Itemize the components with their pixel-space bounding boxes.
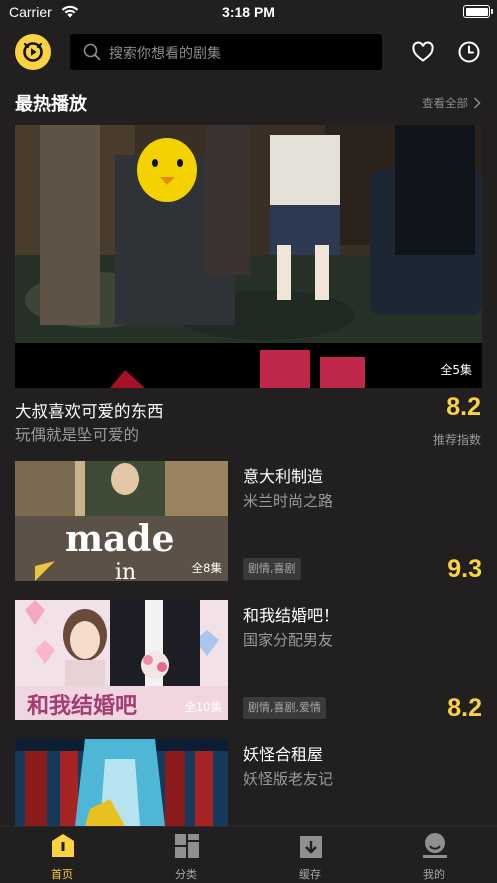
list-item[interactable]: 和我结婚吧 全10集 和我结婚吧！ 国家分配男友 剧情,喜剧,爱情 8.2 [15,600,482,722]
tab-label: 首页 [51,868,73,881]
svg-text:in: in [115,560,136,581]
list-item-thumbnail [15,739,228,826]
view-all-link[interactable]: 查看全部 [422,95,481,111]
list-item-title: 意大利制造 [243,467,324,486]
bottom-tab-bar: 首页 分类 缓存 我的 [0,826,497,883]
featured-poster-image [15,125,482,388]
list-item-title: 和我结婚吧！ [243,606,340,625]
section-title: 最热播放 [15,94,87,115]
download-icon [300,836,322,858]
search-input[interactable]: 搜索你想看的剧集 [70,34,382,70]
episode-count-badge: 全10集 [184,700,222,714]
tab-category[interactable]: 分类 [124,827,248,883]
status-time: 3:18 PM [222,4,275,20]
monster-house-poster-image [15,739,228,826]
tab-label: 分类 [175,868,197,881]
tab-home[interactable]: 首页 [0,827,124,883]
chevron-right-icon [473,97,481,109]
genre-tags: 剧情,喜剧,爱情 [243,697,326,719]
view-all-label: 查看全部 [422,96,468,110]
featured-score-label: 推荐指数 [432,433,481,447]
history-clock-icon[interactable] [457,40,481,64]
list-item-subtitle: 米兰时尚之路 [243,492,334,510]
battery-icon [463,5,493,18]
episode-count-badge: 全5集 [440,363,472,377]
play-logo-icon [23,42,43,62]
list-item-score: 8.2 [447,694,482,722]
featured-title[interactable]: 大叔喜欢可爱的东西 [15,398,164,422]
list-item-thumbnail: 和我结婚吧 全10集 [15,600,228,720]
category-icon [175,834,199,858]
genre-tags: 剧情,喜剧 [243,558,301,580]
list-item-subtitle: 妖怪版老友记 [243,770,334,788]
app-logo[interactable] [15,34,51,70]
list-item-score: 9.3 [447,555,482,583]
featured-subtitle: 玩偶就是坠可爱的 [15,426,140,444]
list-item-thumbnail: made in 全8集 [15,461,228,581]
episode-count-badge: 全8集 [191,561,222,575]
list-item[interactable]: made in 全8集 意大利制造 米兰时尚之路 剧情,喜剧 9.3 [15,461,482,583]
list-item-title: 妖怪合租屋 [243,745,324,764]
home-icon [52,834,74,857]
tab-download[interactable]: 缓存 [248,827,372,883]
tab-profile[interactable]: 我的 [372,827,496,883]
favorites-heart-icon[interactable] [411,40,435,64]
tab-label: 缓存 [299,868,321,881]
profile-icon [423,833,447,858]
list-item-subtitle: 国家分配男友 [243,631,334,649]
svg-text:made: made [65,518,175,560]
tab-label: 我的 [423,868,445,881]
featured-poster[interactable]: 全5集 [15,125,482,388]
list-item[interactable]: 妖怪合租屋 妖怪版老友记 [15,739,482,826]
status-bar: Carrier 3:18 PM [0,0,497,26]
svg-text:和我结婚吧: 和我结婚吧 [27,693,137,719]
search-icon [83,43,101,61]
search-placeholder: 搜索你想看的剧集 [109,46,221,62]
featured-score: 8.2 [446,393,481,421]
